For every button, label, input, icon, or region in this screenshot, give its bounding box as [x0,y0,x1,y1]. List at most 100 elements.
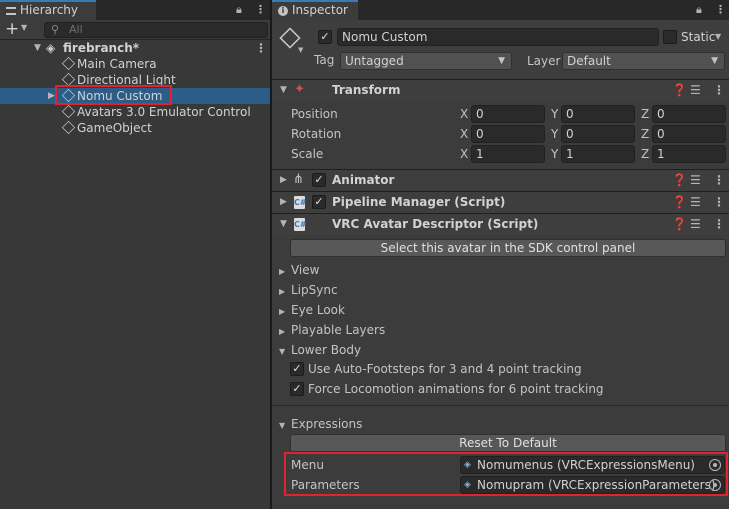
section-label: Lower Body [290,343,362,357]
transform-header[interactable]: ▼ ✦ Transform ❓ ☰ ⋮ [272,79,729,101]
force-locomotion-label: Force Locomotion animations for 6 point … [308,382,604,396]
chevron-down-icon[interactable]: ▼ [280,219,287,229]
help-icon[interactable]: ❓ [672,195,687,209]
chevron-right-icon: ▶ [279,287,286,296]
scale-z-field[interactable]: 1 [652,145,726,163]
lock-icon[interactable]: 🔒︎ [236,3,242,17]
script-icon: C# [294,196,307,209]
preset-icon[interactable]: ☰ [690,217,701,231]
static-checkbox[interactable] [663,30,677,44]
rotation-x-field[interactable]: 0 [471,125,545,143]
more-icon[interactable]: ⋮ [255,40,267,56]
hierarchy-panel: Hierarchy 🔒︎ ⋮ + ▼ ⚲ All ▼ ◈ firebranch*… [0,0,270,509]
scene-row[interactable]: ▼ ◈ firebranch* ⋮ [0,40,270,56]
gameobject-icon [61,104,76,119]
chevron-right-icon[interactable]: ▶ [280,197,287,207]
layer-dropdown[interactable]: Default ▼ [562,52,725,70]
position-z-field[interactable]: 0 [652,105,726,123]
chevron-down-icon[interactable]: ▼ [715,32,721,41]
chevron-right-icon[interactable]: ▶ [280,175,287,185]
hierarchy-item-label: Main Camera [77,57,157,71]
search-icon: ⚲ [51,23,60,36]
hierarchy-tabbar: Hierarchy 🔒︎ ⋮ [0,0,270,20]
help-icon[interactable]: ❓ [672,173,687,187]
section-lower-body[interactable]: ▼ Lower Body [279,342,361,358]
section-eye-look[interactable]: ▶ Eye Look [279,302,345,318]
chevron-down-icon[interactable]: ▼ [280,85,287,95]
more-icon[interactable]: ⋮ [713,217,725,231]
force-locomotion-checkbox[interactable]: ✓ [290,382,304,396]
rotation-label: Rotation [291,127,342,141]
axis-z-label: Z [641,127,650,141]
lock-icon[interactable]: 🔒︎ [696,3,702,17]
scale-label: Scale [291,147,324,161]
chevron-down-icon[interactable]: ▼ [21,23,27,32]
search-placeholder: All [69,23,83,36]
position-y-field[interactable]: 0 [561,105,635,123]
animator-title: Animator [332,173,395,187]
help-icon[interactable]: ❓ [672,217,687,231]
more-icon[interactable]: ⋮ [713,173,725,187]
section-divider [272,405,729,406]
axis-y-label: Y [551,107,559,121]
section-label: Eye Look [290,303,345,317]
tab-inspector[interactable]: i Inspector [272,0,358,20]
section-label: Playable Layers [290,323,386,337]
hierarchy-item-main-camera[interactable]: Main Camera [0,56,270,72]
rotation-z-field[interactable]: 0 [652,125,726,143]
highlight-box [55,85,172,105]
chevron-down-icon[interactable]: ▼ [298,46,303,54]
chevron-down-icon: ▼ [279,347,286,356]
pipeline-enabled-checkbox[interactable]: ✓ [312,195,326,209]
sdk-control-panel-button[interactable]: Select this avatar in the SDK control pa… [290,239,726,257]
animator-enabled-checkbox[interactable]: ✓ [312,173,326,187]
preset-icon[interactable]: ☰ [690,195,701,209]
more-icon[interactable]: ⋮ [713,195,725,209]
hierarchy-item-gameobject[interactable]: GameObject [0,120,270,136]
scene-name: firebranch* [63,41,140,55]
chevron-down-icon[interactable]: ▼ [34,40,41,56]
search-input[interactable]: ⚲ All [44,22,268,38]
layer-value: Default [567,54,611,68]
section-playable-layers[interactable]: ▶ Playable Layers [279,322,385,338]
tag-dropdown[interactable]: Untagged ▼ [340,52,512,70]
scale-x-field[interactable]: 1 [471,145,545,163]
inspector-panel: i Inspector 🔒︎ ⋮ ▼ ✓ Nomu Custom Static ▼… [272,0,729,509]
animator-header[interactable]: ▶ ⋔ ✓ Animator ❓ ☰ ⋮ [272,169,729,191]
pipeline-manager-header[interactable]: ▶ C# ✓ Pipeline Manager (Script) ❓ ☰ ⋮ [272,191,729,213]
section-lipsync[interactable]: ▶ LipSync [279,282,338,298]
info-icon: i [278,5,288,16]
more-icon[interactable]: ⋮ [255,3,266,16]
gameobject-icon [61,120,76,135]
preset-icon[interactable]: ☰ [690,83,701,97]
auto-footsteps-checkbox[interactable]: ✓ [290,362,304,376]
tab-hierarchy[interactable]: Hierarchy [0,0,96,20]
active-checkbox[interactable]: ✓ [318,30,332,44]
position-x-field[interactable]: 0 [471,105,545,123]
hierarchy-item-label: GameObject [77,121,152,135]
axis-z-label: Z [641,147,650,161]
rotation-y-field[interactable]: 0 [561,125,635,143]
section-expressions[interactable]: ▼ Expressions [279,416,362,432]
axis-z-label: Z [641,107,650,121]
section-label: View [290,263,320,277]
transform-icon: ✦ [294,82,305,97]
section-view[interactable]: ▶ View [279,262,319,278]
tab-inspector-label: Inspector [292,3,348,17]
hierarchy-item-emulator-control[interactable]: Avatars 3.0 Emulator Control [0,104,270,120]
auto-footsteps-label: Use Auto-Footsteps for 3 and 4 point tra… [308,362,582,376]
add-button[interactable]: + [5,20,19,38]
section-label: Expressions [290,417,363,431]
scale-y-field[interactable]: 1 [561,145,635,163]
hierarchy-item-label: Avatars 3.0 Emulator Control [77,105,251,119]
tag-label: Tag [314,53,335,67]
axis-y-label: Y [551,127,559,141]
more-icon[interactable]: ⋮ [715,3,726,16]
preset-icon[interactable]: ☰ [690,173,701,187]
reset-to-default-button[interactable]: Reset To Default [290,434,726,452]
tag-value: Untagged [345,54,404,68]
vrc-descriptor-header[interactable]: ▼ C# VRC Avatar Descriptor (Script) ❓ ☰ … [272,213,729,235]
more-icon[interactable]: ⋮ [713,83,725,97]
chevron-right-icon[interactable]: ▶ [48,88,55,104]
object-name-field[interactable]: Nomu Custom [337,28,659,46]
